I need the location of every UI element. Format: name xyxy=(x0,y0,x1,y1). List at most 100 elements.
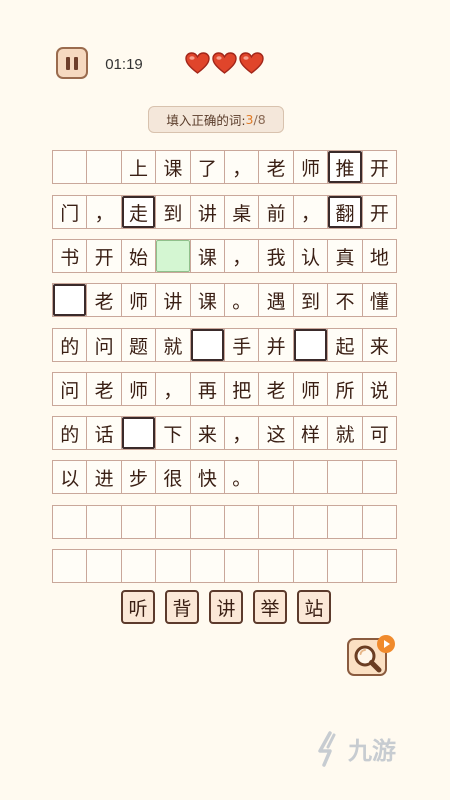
grid-char: 我 xyxy=(266,246,286,269)
grid-row: 老师讲课。遇到不懂 xyxy=(52,283,397,317)
grid-cell: ， xyxy=(87,196,122,228)
grid-char: 到 xyxy=(163,202,183,225)
blank-slot[interactable] xyxy=(121,417,156,449)
grid-char: ， xyxy=(163,379,183,402)
grid-cell: 起 xyxy=(328,329,363,361)
filled-slot[interactable]: 走 xyxy=(121,196,156,228)
grid-cell: 不 xyxy=(328,284,363,316)
selected-slot[interactable] xyxy=(156,240,190,272)
filled-slot[interactable]: 推 xyxy=(328,151,362,183)
answer-tile[interactable]: 举 xyxy=(253,590,287,624)
grid-cell: 问 xyxy=(87,329,122,361)
grid-char: 把 xyxy=(232,379,252,402)
watermark-logo: 九游 xyxy=(316,725,416,771)
grid-cell: 问 xyxy=(53,373,88,405)
grid-cell: 手 xyxy=(225,329,260,361)
grid-cell: 开 xyxy=(363,151,396,183)
grid-char: 。 xyxy=(232,467,252,490)
grid-cell[interactable]: 推 xyxy=(328,151,363,183)
grid-char: 再 xyxy=(197,379,217,402)
grid-row: 书开始 课 ， 我认真地 xyxy=(52,239,397,273)
heart-icon xyxy=(185,52,210,74)
grid-cell: 课 xyxy=(191,240,226,272)
grid-cell xyxy=(328,550,363,582)
grid-cell: 师 xyxy=(294,373,329,405)
grid-cell xyxy=(53,506,88,538)
grid-cell: 到 xyxy=(294,284,329,316)
grid-char: 很 xyxy=(163,467,183,490)
grid-char: 老 xyxy=(266,379,286,402)
grid-row: 门 ， 走到讲桌前 ， 翻开 xyxy=(52,195,397,229)
grid-cell: 书 xyxy=(53,240,88,272)
grid-char: 认 xyxy=(301,246,321,269)
grid-char: ， xyxy=(94,202,114,225)
grid-cell: 说 xyxy=(363,373,396,405)
grid-char: 以 xyxy=(60,467,80,490)
heart-icon xyxy=(239,52,264,74)
grid-cell[interactable] xyxy=(121,417,157,449)
grid-cell xyxy=(363,550,396,582)
answer-tile[interactable]: 背 xyxy=(165,590,199,624)
grid-cell[interactable]: 翻 xyxy=(328,196,363,228)
grid-char: 手 xyxy=(232,335,252,358)
progress-total: 8 xyxy=(257,112,266,127)
grid-cell: 就 xyxy=(328,417,363,449)
grid-cell xyxy=(87,506,122,538)
answer-tiles: 听背讲举站 xyxy=(121,590,331,624)
grid-cell[interactable] xyxy=(190,329,226,361)
grid-char: 上 xyxy=(129,157,149,180)
grid-cell: 。 xyxy=(225,461,260,493)
blank-slot[interactable] xyxy=(53,284,87,316)
grid-char: 了 xyxy=(197,157,217,180)
grid-cell xyxy=(294,461,329,493)
grid-cell xyxy=(156,506,191,538)
grid-cell xyxy=(259,506,294,538)
grid-char: 老 xyxy=(94,379,114,402)
grid-char: 步 xyxy=(129,467,149,490)
grid-char: 课 xyxy=(197,290,217,313)
answer-tile[interactable]: 听 xyxy=(121,590,155,624)
grid-cell: 桌 xyxy=(225,196,260,228)
grid-cell xyxy=(87,151,122,183)
grid-char: 起 xyxy=(335,335,355,358)
grid-char: 真 xyxy=(335,246,355,269)
grid-row xyxy=(52,505,397,539)
grid-char: 桌 xyxy=(232,202,252,225)
grid-char: 来 xyxy=(369,335,389,358)
grid-char: 可 xyxy=(369,423,389,446)
grid-cell xyxy=(328,506,363,538)
grid-char: 开 xyxy=(369,202,389,225)
grid-cell xyxy=(122,550,157,582)
grid-cell: ， xyxy=(156,373,191,405)
grid-cell[interactable] xyxy=(156,240,191,272)
grid-cell xyxy=(259,550,294,582)
answer-tile[interactable]: 讲 xyxy=(209,590,243,624)
filled-slot[interactable]: 翻 xyxy=(328,196,362,228)
progress-label: 填入正确的词: xyxy=(166,113,246,128)
grid-cell: 我 xyxy=(259,240,294,272)
grid-cell: 师 xyxy=(122,373,157,405)
pause-button[interactable] xyxy=(56,47,88,79)
grid-cell: 进 xyxy=(87,461,122,493)
grid-cell[interactable] xyxy=(293,329,329,361)
grid-cell: 下 xyxy=(156,417,191,449)
grid-cell[interactable] xyxy=(53,284,88,316)
timer: 01:19 xyxy=(105,55,143,73)
grid-cell: 可 xyxy=(363,417,396,449)
grid-cell: 所 xyxy=(328,373,363,405)
answer-tile[interactable]: 站 xyxy=(297,590,331,624)
grid-cell: ， xyxy=(294,196,329,228)
grid-cell: 认 xyxy=(294,240,329,272)
grid-cell[interactable]: 走 xyxy=(121,196,157,228)
blank-slot[interactable] xyxy=(190,329,225,361)
grid-cell xyxy=(225,550,260,582)
grid-char: 地 xyxy=(369,246,389,269)
grid-char: 说 xyxy=(369,379,389,402)
grid-cell xyxy=(294,506,329,538)
grid-cell: 老 xyxy=(87,373,122,405)
grid-char: 的 xyxy=(60,335,80,358)
grid-char: 书 xyxy=(60,246,80,269)
grid-cell: 并 xyxy=(259,329,294,361)
blank-slot[interactable] xyxy=(293,329,328,361)
grid-cell: 的 xyxy=(53,329,88,361)
